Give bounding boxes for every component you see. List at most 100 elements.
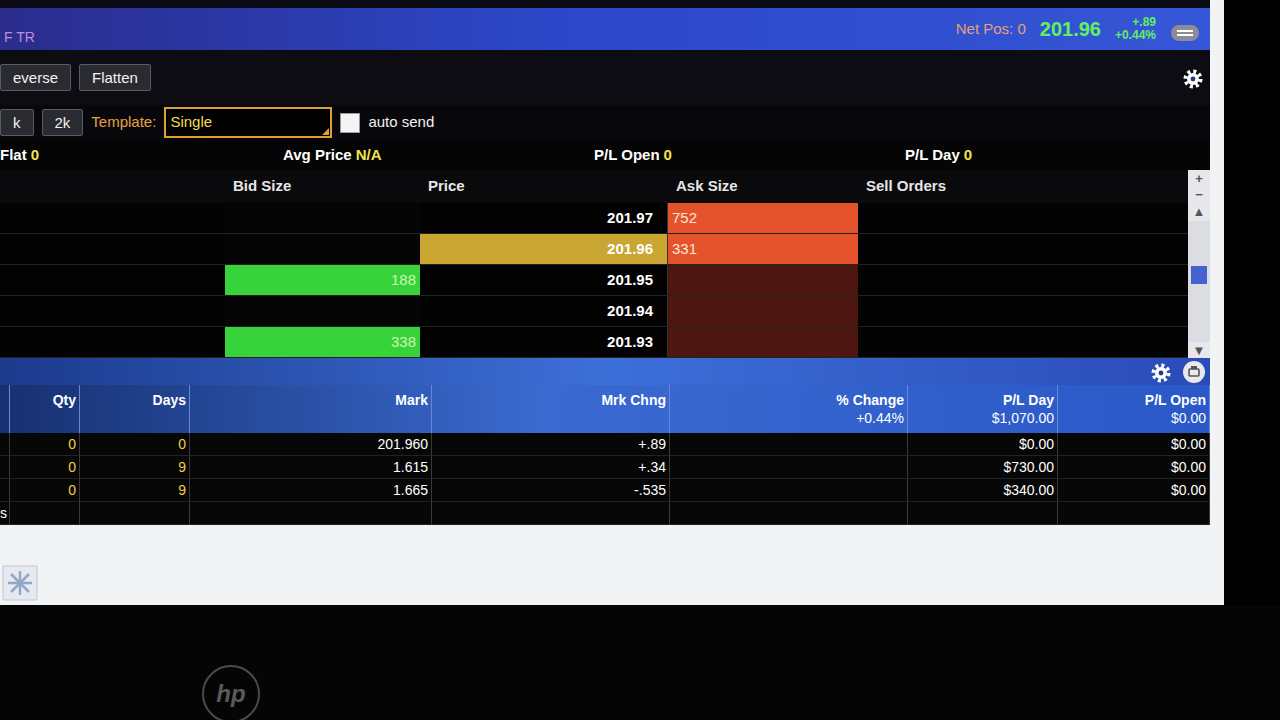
column-total: $0.00	[1171, 409, 1206, 427]
ask-size-cell[interactable]: 752	[668, 203, 858, 234]
position-cell	[190, 502, 432, 525]
change-percent: +0.44%	[1115, 29, 1156, 42]
position-cell: 0	[80, 433, 190, 456]
buy-order-cell[interactable]	[0, 327, 225, 358]
auto-send-label: auto send	[368, 111, 434, 134]
ask-size: 752	[672, 207, 697, 230]
column-label: P/L Day	[1003, 391, 1054, 409]
position-cell: 201.960	[190, 433, 432, 456]
ask-size-cell[interactable]	[668, 327, 858, 358]
position-cell: $0.00	[1058, 433, 1210, 456]
scroll-up-button[interactable]: ▲	[1193, 205, 1206, 219]
summary-item: Flat0	[0, 144, 283, 167]
position-row[interactable]: s	[0, 502, 1210, 525]
zoom-out-button[interactable]: −	[1195, 188, 1203, 202]
gear-icon[interactable]	[1182, 67, 1204, 89]
start-icon[interactable]	[2, 565, 38, 601]
scroll-down-button[interactable]: ▼	[1193, 344, 1206, 358]
column-total: +0.44%	[856, 409, 904, 427]
position-cell: 1.665	[190, 479, 432, 502]
template-label: Template:	[91, 111, 156, 134]
column-header: Days	[80, 385, 190, 433]
ladder-row: 338201.93	[0, 327, 1188, 358]
sell-order-cell[interactable]	[858, 265, 1188, 296]
active-trader-window: F TRNet Pos: 0201.96+.89+0.44%everseFlat…	[0, 0, 1210, 525]
brand-text: hp	[216, 676, 245, 712]
scroll-thumb[interactable]	[1191, 266, 1207, 284]
column-header	[0, 385, 10, 433]
collapse-icon[interactable]	[1182, 360, 1206, 384]
column-label: Mrk Chng	[601, 391, 666, 409]
ladder-scrollbar: + − ▲ ▼	[1188, 170, 1210, 358]
bid-size: 338	[391, 331, 416, 354]
action-button[interactable]: Flatten	[79, 64, 151, 92]
price-cell[interactable]: 201.94	[420, 296, 668, 327]
gear-icon[interactable]	[1150, 361, 1172, 383]
position-cell: +.34	[432, 456, 670, 479]
ladder-column-header: Price	[420, 175, 668, 198]
position-cell	[670, 479, 908, 502]
price-cell[interactable]: 201.95	[420, 265, 668, 296]
bid-size-cell[interactable]	[225, 234, 420, 265]
ladder-row: 201.97 752	[0, 203, 1188, 234]
position-cell	[0, 456, 10, 479]
position-cell: -.535	[432, 479, 670, 502]
sell-order-cell[interactable]	[858, 234, 1188, 265]
position-cell: 0	[10, 479, 80, 502]
sell-order-cell[interactable]	[858, 296, 1188, 327]
ask-size-cell[interactable]	[668, 265, 858, 296]
positions-header: QtyDaysMark Mrk Chng% Change+0.44% P/L Day…	[0, 385, 1210, 433]
position-summary: Flat0Avg PriceN/AP/L Open0P/L Day0	[0, 140, 1210, 170]
summary-label: P/L Day	[905, 146, 960, 163]
change-value: +.89	[1132, 16, 1156, 29]
price-cell[interactable]: 201.93	[420, 327, 668, 358]
summary-item: P/L Day0	[905, 144, 1210, 167]
ladder-column-header: Bid Size	[225, 175, 420, 198]
position-cell: $0.00	[1058, 479, 1210, 502]
position-cell	[670, 456, 908, 479]
column-label: Qty	[53, 391, 76, 409]
position-cell: 9	[80, 479, 190, 502]
quantity-button[interactable]: 2k	[42, 109, 84, 137]
summary-value: N/A	[356, 146, 382, 163]
action-button[interactable]: everse	[0, 64, 71, 92]
auto-send-checkbox[interactable]	[340, 113, 360, 133]
position-cell	[670, 502, 908, 525]
bid-size-cell[interactable]: 188	[225, 265, 420, 296]
position-row[interactable]: 00201.960+.89$0.00$0.00	[0, 433, 1210, 456]
bid-size-cell[interactable]	[225, 203, 420, 234]
price: 201.97	[607, 207, 653, 230]
position-row[interactable]: 091.665-.535$340.00$0.00	[0, 479, 1210, 502]
position-cell	[0, 479, 10, 502]
position-cell	[0, 433, 10, 456]
sell-order-cell[interactable]	[858, 327, 1188, 358]
toggle-icon[interactable]	[1170, 20, 1200, 38]
ask-size-cell[interactable]	[668, 296, 858, 327]
ladder-row: 201.96331	[0, 234, 1188, 265]
ladder-main: Bid SizePriceAsk SizeSell Orders201.9775…	[0, 170, 1188, 358]
summary-item: Avg PriceN/A	[283, 144, 594, 167]
buy-order-cell[interactable]	[0, 265, 225, 296]
position-row[interactable]: 091.615+.34$730.00$0.00	[0, 456, 1210, 479]
price-cell[interactable]: 201.96	[420, 234, 668, 265]
zoom-in-button[interactable]: +	[1195, 172, 1203, 186]
ladder-column-header: Sell Orders	[858, 175, 1188, 198]
buy-order-cell[interactable]	[0, 203, 225, 234]
bid-size-cell[interactable]: 338	[225, 327, 420, 358]
buy-order-cell[interactable]	[0, 296, 225, 327]
summary-item: P/L Open0	[594, 144, 905, 167]
buy-order-cell[interactable]	[0, 234, 225, 265]
position-cell	[10, 502, 80, 525]
template-dropdown[interactable]: Single	[164, 107, 332, 138]
summary-label: Flat	[0, 146, 27, 163]
template-value: Single	[170, 113, 212, 130]
bid-size-cell[interactable]	[225, 296, 420, 327]
price-cell[interactable]: 201.97	[420, 203, 668, 234]
quantity-button[interactable]: k	[0, 109, 34, 137]
column-header: % Change+0.44%	[670, 385, 908, 433]
ask-size-cell[interactable]: 331	[668, 234, 858, 265]
sell-order-cell[interactable]	[858, 203, 1188, 234]
dropdown-arrow-icon	[322, 128, 329, 135]
position-cell: 0	[10, 456, 80, 479]
column-header: Mark	[190, 385, 432, 433]
